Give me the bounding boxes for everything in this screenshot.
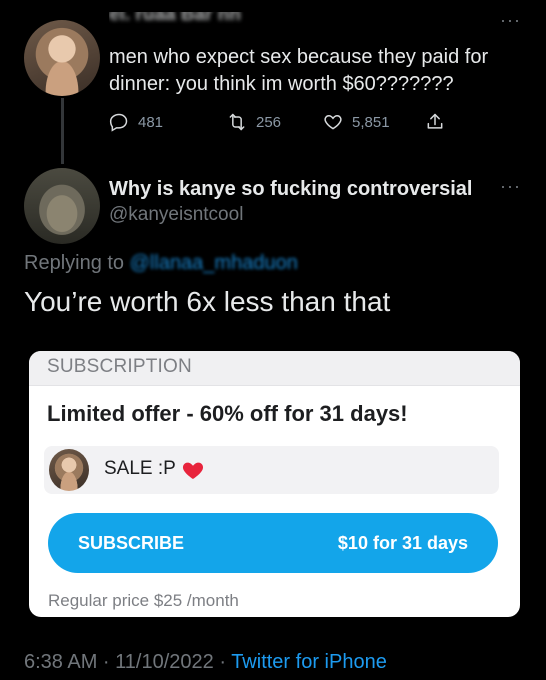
retweet-count: 256 [256, 113, 282, 131]
subscribe-button-label: SUBSCRIBE [78, 533, 185, 553]
like-count: 5,851 [352, 113, 390, 131]
retweet-icon [229, 113, 245, 131]
replying-to-prefix: Replying to [24, 252, 125, 274]
replying-to-line: Replying to @llanaa_mhaduon [24, 252, 298, 275]
share-action[interactable] [425, 112, 445, 132]
replying-to-mention[interactable]: @llanaa_mhaduon [130, 252, 298, 274]
sale-row: SALE :P [44, 446, 499, 494]
creator-avatar [49, 449, 89, 491]
subscription-card: SUBSCRIPTION Limited offer - 60% off for… [29, 351, 520, 617]
more-dots-icon[interactable]: ··· [500, 10, 521, 31]
reply-count: 481 [138, 113, 164, 131]
heart-icon [182, 462, 204, 479]
reply-action[interactable]: 481 [109, 112, 163, 132]
sale-label: SALE :P [104, 458, 176, 479]
subscribe-button[interactable]: SUBSCRIBE $10 for 31 days [48, 513, 498, 573]
reply-tweet-text: You’re worth 6x less than that [24, 286, 391, 317]
tweet-meta: 6:38 AM · 11/10/2022 · Twitter for iPhon… [24, 651, 387, 674]
reply-author-handle[interactable]: @kanyeisntcool [109, 204, 243, 226]
tweet-timestamp[interactable]: 6:38 AM · 11/10/2022 · [24, 651, 226, 673]
parent-author-name[interactable]: el. ruaa Bar nh [109, 12, 379, 34]
heart-outline-icon [324, 114, 342, 130]
reply-author-avatar[interactable] [24, 168, 100, 244]
share-icon [427, 113, 443, 129]
like-action[interactable]: 5,851 [323, 112, 390, 132]
retweet-action[interactable]: 256 [227, 112, 281, 132]
tweet-source[interactable]: Twitter for iPhone [231, 651, 387, 673]
regular-price: Regular price $25 /month [48, 591, 239, 610]
subscribe-button-price: $10 for 31 days [337, 533, 468, 553]
parent-author-avatar[interactable] [24, 20, 100, 96]
tweet-actions: 481 256 5,851 [109, 112, 529, 136]
more-dots-icon[interactable]: ··· [500, 176, 521, 197]
parent-tweet-text: men who expect sex because they paid for… [109, 46, 489, 95]
thread-line [61, 98, 64, 164]
offer-title: Limited offer - 60% off for 31 days! [47, 401, 408, 426]
subscription-header-label: SUBSCRIPTION [47, 356, 192, 377]
reply-author-name[interactable]: Why is kanye so fucking controversial [109, 178, 472, 201]
reply-icon [109, 113, 128, 132]
subscription-card-header: SUBSCRIPTION [29, 351, 520, 386]
